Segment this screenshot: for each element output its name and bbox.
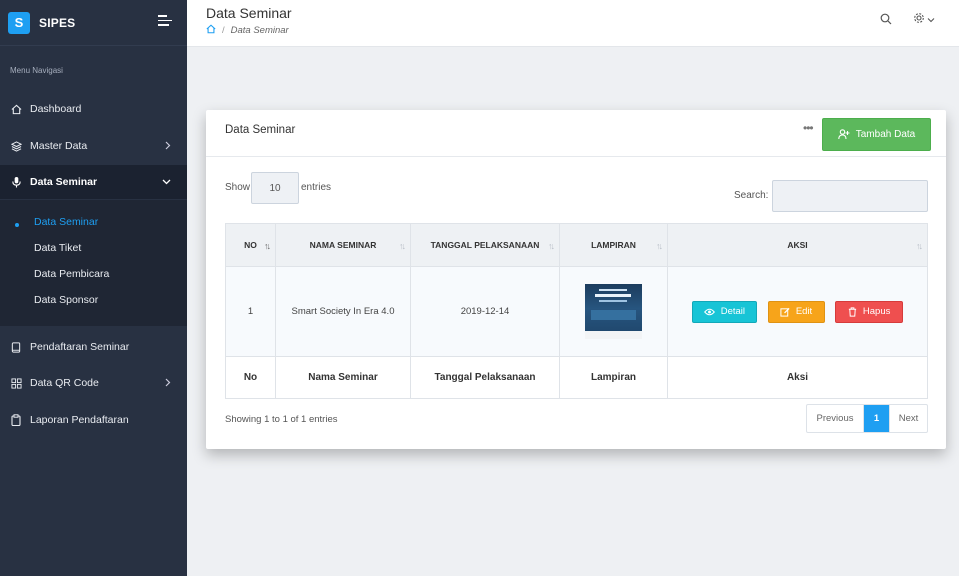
menu-toggle-icon[interactable] — [158, 15, 172, 27]
submenu-item-data-seminar[interactable]: Data Seminar — [34, 216, 98, 228]
seminar-table: NO ↑↓ NAMA SEMINAR ↑↓ TANGGAL PELAKSANAAN ↑… — [225, 223, 928, 399]
sidebar-item-label: Master Data — [30, 140, 88, 152]
sort-icon: ↑↓ — [656, 241, 663, 251]
grid-icon — [10, 377, 22, 389]
entries-label: entries — [301, 182, 332, 193]
sidebar-item-label: Dashboard — [30, 103, 82, 115]
submenu-data-seminar: Data Seminar Data Tiket Data Pembicara D… — [0, 200, 187, 326]
eye-icon — [703, 308, 715, 316]
sort-icon: ↑↓ — [548, 241, 555, 251]
footer-lampiran: Lampiran — [559, 356, 668, 399]
nav-heading: Menu Navigasi — [10, 66, 63, 75]
footer-no: No — [225, 356, 276, 399]
column-header-no[interactable]: NO ↑↓ — [225, 223, 276, 267]
footer-aksi: Aksi — [667, 356, 928, 399]
sidebar-item-data-qr-code[interactable]: Data QR Code — [0, 366, 187, 400]
sidebar-item-data-seminar[interactable]: Data Seminar — [0, 165, 187, 199]
book-icon — [10, 341, 22, 353]
settings-dropdown[interactable] — [913, 12, 935, 27]
home-icon[interactable] — [206, 24, 216, 37]
cell-lampiran — [559, 266, 668, 357]
cell-no: 1 — [225, 266, 276, 357]
column-header-aksi[interactable]: AKSI ↑↓ — [667, 223, 928, 267]
sidebar-item-label: Data QR Code — [30, 377, 99, 389]
sort-icon: ↑↓ — [916, 241, 923, 251]
page-title: Data Seminar — [206, 5, 292, 21]
cell-tanggal: 2019-12-14 — [410, 266, 560, 357]
column-header-lampiran[interactable]: LAMPIRAN ↑↓ — [559, 223, 668, 267]
detail-button[interactable]: Detail — [691, 300, 757, 323]
add-data-label: Tambah Data — [855, 129, 916, 140]
search-input[interactable] — [772, 180, 928, 212]
more-options-icon[interactable]: ••• — [803, 121, 814, 135]
sidebar-item-label: Data Seminar — [30, 176, 98, 188]
card-header: Data Seminar ••• Tambah Data — [206, 110, 946, 157]
delete-button[interactable]: Hapus — [835, 300, 904, 323]
chevron-down-icon — [927, 14, 935, 26]
table-info: Showing 1 to 1 of 1 entries — [225, 414, 338, 425]
brand-name: SIPES — [39, 15, 76, 30]
next-page-button[interactable]: Next — [889, 405, 927, 432]
add-data-button[interactable]: Tambah Data — [822, 118, 931, 151]
column-header-tanggal[interactable]: TANGGAL PELAKSANAAN ↑↓ — [410, 223, 560, 267]
breadcrumb-current: Data Seminar — [230, 25, 289, 36]
edit-icon — [780, 307, 790, 317]
card-title: Data Seminar — [225, 124, 296, 136]
chevron-down-icon — [162, 177, 171, 188]
search-label: Search: — [734, 190, 769, 201]
table-row: 1 Smart Society In Era 4.0 2019-12-14 De… — [225, 266, 928, 357]
sidebar-item-pendaftaran-seminar[interactable]: Pendaftaran Seminar — [0, 330, 187, 364]
active-dot-icon — [15, 223, 19, 227]
clipboard-icon — [10, 414, 22, 426]
sort-icon: ↑↓ — [264, 241, 271, 251]
brand-logo: S — [8, 11, 30, 34]
search-icon[interactable] — [880, 13, 892, 28]
topbar: Data Seminar / Data Seminar — [187, 0, 959, 47]
seminar-card: Data Seminar ••• Tambah Data Show 10 ent… — [206, 110, 946, 449]
show-label: Show — [225, 182, 251, 193]
pagination: Previous 1 Next — [806, 404, 928, 433]
chevron-right-icon — [164, 378, 171, 390]
submenu-item-data-tiket[interactable]: Data Tiket — [34, 242, 81, 254]
page-1-button[interactable]: 1 — [864, 405, 889, 432]
chevron-right-icon — [164, 141, 171, 153]
table-footer-row: No Nama Seminar Tanggal Pelaksanaan Lamp… — [225, 356, 928, 399]
column-header-nama-seminar[interactable]: NAMA SEMINAR ↑↓ — [275, 223, 411, 267]
sidebar: S SIPES Menu Navigasi Dashboard Master D… — [0, 0, 187, 576]
trash-icon — [848, 306, 857, 317]
submenu-item-data-pembicara[interactable]: Data Pembicara — [34, 268, 109, 280]
footer-tanggal: Tanggal Pelaksanaan — [410, 356, 560, 399]
sort-icon: ↑↓ — [399, 241, 406, 251]
previous-page-button[interactable]: Previous — [807, 405, 864, 432]
sidebar-item-label: Pendaftaran Seminar — [30, 341, 130, 353]
breadcrumb: / Data Seminar — [206, 24, 289, 37]
breadcrumb-separator: / — [222, 25, 225, 36]
microphone-icon — [10, 176, 22, 188]
footer-nama-seminar: Nama Seminar — [275, 356, 411, 399]
seminar-poster-thumbnail[interactable] — [585, 284, 642, 339]
edit-button[interactable]: Edit — [767, 300, 825, 323]
sidebar-item-master-data[interactable]: Master Data — [0, 129, 187, 163]
cell-nama-seminar: Smart Society In Era 4.0 — [275, 266, 411, 357]
add-user-icon — [838, 129, 850, 140]
sidebar-item-label: Laporan Pendaftaran — [30, 414, 129, 426]
page-length-select[interactable]: 10 — [251, 172, 299, 204]
submenu-item-data-sponsor[interactable]: Data Sponsor — [34, 294, 98, 306]
layers-icon — [10, 140, 22, 152]
sidebar-item-laporan-pendaftaran[interactable]: Laporan Pendaftaran — [0, 403, 187, 437]
gear-icon — [913, 12, 925, 27]
sidebar-item-dashboard[interactable]: Dashboard — [0, 92, 187, 126]
cell-aksi: Detail Edit Hapus — [667, 266, 928, 357]
home-icon — [10, 103, 22, 115]
